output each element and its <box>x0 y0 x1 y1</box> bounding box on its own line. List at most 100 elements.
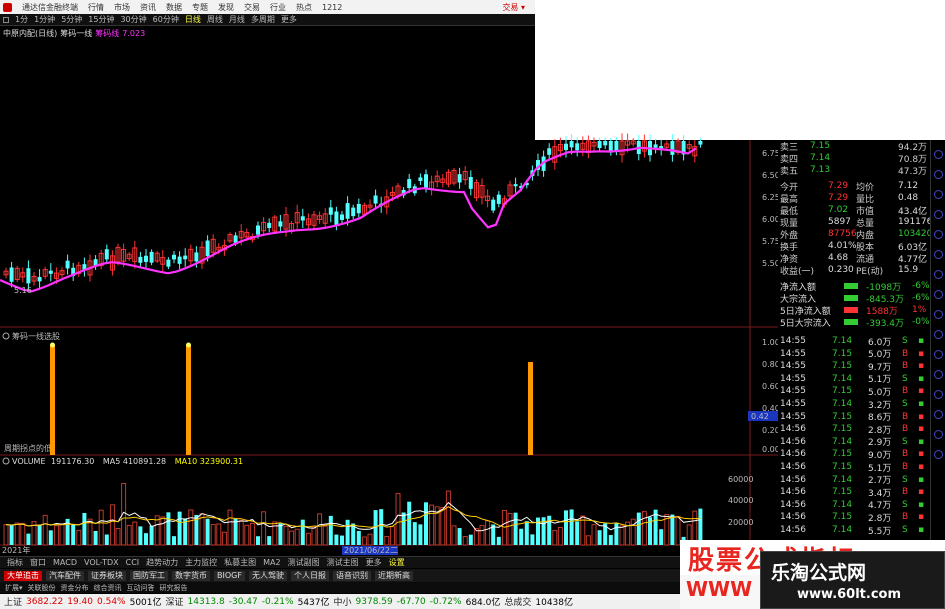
tick-side: S <box>902 474 908 485</box>
tick-price: 7.14 <box>832 436 853 447</box>
tick-row: 14:56 7.14 2.9万 S ▪ <box>780 436 926 449</box>
block-digital-currency[interactable]: 数字货币 <box>172 570 210 581</box>
volume-bar <box>53 525 59 546</box>
quote-panel: 卖三 7.15 94.2万 卖四 7.14 70.8万 卖五 7.13 47.3万 今开 7.29… <box>778 140 932 543</box>
order-label: 卖五 <box>780 166 799 177</box>
candle-body <box>340 214 344 220</box>
block-big-order[interactable]: 大单追击 <box>4 570 42 581</box>
fn-tab-ma2[interactable]: MA2 <box>263 558 280 567</box>
candle-body <box>138 256 143 263</box>
candle-body <box>418 177 423 182</box>
fn-tab-cci[interactable]: CCI <box>126 558 140 567</box>
volume-bar <box>445 490 451 546</box>
fn-tab-macd[interactable]: MACD <box>53 558 77 567</box>
block-new-high[interactable]: 近期新高 <box>374 570 413 581</box>
tick-volume: 9.0万 <box>868 450 892 461</box>
volume-settings-icon[interactable] <box>2 457 10 465</box>
fn-tab-more[interactable]: 更多 <box>366 557 382 568</box>
fn-tab-settings[interactable]: 设置 <box>389 557 405 568</box>
tool-button-icon[interactable] <box>934 450 943 459</box>
tool-button-icon[interactable] <box>934 210 943 219</box>
candle-body <box>144 255 148 262</box>
tool-button-icon[interactable] <box>934 290 943 299</box>
tool-button-icon[interactable] <box>934 410 943 419</box>
block-defense[interactable]: 国防军工 <box>130 570 168 581</box>
info-tab-expand[interactable]: 扩展▾ <box>5 583 23 593</box>
volume-bar <box>334 534 339 545</box>
tool-button-icon[interactable] <box>934 170 943 179</box>
block-auto-parts[interactable]: 汽车配件 <box>46 570 84 581</box>
fn-tab-indicator[interactable]: 指标 <box>7 557 23 568</box>
volume-bar <box>20 522 26 546</box>
volume-bar <box>451 525 457 546</box>
tick-volume: 3.4万 <box>868 488 892 499</box>
candle-body <box>65 260 70 269</box>
fn-tab-trend[interactable]: 趋势动力 <box>146 557 178 568</box>
fn-tab-private[interactable]: 私募主图 <box>224 557 256 568</box>
volume-bar <box>14 522 20 546</box>
volume-bar <box>424 502 428 545</box>
volume-bar <box>305 532 311 546</box>
zx-label[interactable]: 中小 <box>334 595 352 608</box>
sh-change: 19.40 <box>67 596 93 607</box>
tick-time: 14:56 <box>780 474 806 485</box>
tool-button-icon[interactable] <box>934 350 943 359</box>
tool-button-icon[interactable] <box>934 230 943 239</box>
fn-tab-vol-tdx[interactable]: VOL-TDX <box>84 558 119 567</box>
tick-time: 14:55 <box>780 336 806 346</box>
stat-row: 外盘 87756 内盘 103420 <box>780 228 932 241</box>
volume-bar <box>132 521 138 546</box>
stat-value: 7.29 <box>828 193 849 203</box>
info-tab-news[interactable]: 综合资讯 <box>94 583 122 593</box>
stat-value: 4.68 <box>828 253 849 263</box>
candle-body <box>457 174 462 183</box>
total-label: 总成交 <box>504 598 532 608</box>
tool-button-icon[interactable] <box>934 430 943 439</box>
fn-tab-monitor[interactable]: 主力监控 <box>185 557 217 568</box>
volume-bar <box>300 519 305 545</box>
tick-time: 14:55 <box>780 373 806 384</box>
fn-tab-test-sub[interactable]: 测试副图 <box>288 557 320 568</box>
block-securities[interactable]: 证券板块 <box>88 570 126 581</box>
sh-label[interactable]: 上证 <box>4 595 22 608</box>
candle-body <box>149 251 154 263</box>
indicator-tabs: 指标 窗口 MACD VOL-TDX CCI 趋势动力 主力监控 私募主图 MA… <box>0 556 680 568</box>
block-daily[interactable]: 个人日报 <box>290 570 329 581</box>
block-autonomous[interactable]: 无人驾驶 <box>248 570 287 581</box>
fn-tab-test-main[interactable]: 测试主图 <box>327 557 359 568</box>
info-tab-related[interactable]: 关联股份 <box>28 583 56 593</box>
stat-value: 4.01% <box>828 241 857 251</box>
info-tab-capital[interactable]: 资金分布 <box>61 583 89 593</box>
block-biogf[interactable]: BIOGF <box>214 570 245 581</box>
sz-label[interactable]: 深证 <box>166 595 184 608</box>
volume-bar <box>630 518 636 546</box>
signal-dot <box>186 342 191 348</box>
tick-side: B <box>902 512 909 523</box>
candle-body <box>496 194 501 204</box>
info-tab-research[interactable]: 研究报告 <box>160 583 188 593</box>
sz-percent: -0.21% <box>261 596 294 607</box>
tool-button-icon[interactable] <box>934 370 943 379</box>
volume-bar <box>575 521 580 545</box>
zx-change: -67.70 <box>396 596 426 607</box>
tool-button-icon[interactable] <box>934 270 943 279</box>
tool-button-icon[interactable] <box>934 390 943 399</box>
tick-side: B <box>902 411 909 422</box>
stat-row: 换手 4.01% 股本 6.03亿 <box>780 240 927 253</box>
volume-header: VOLUME 191176.30 MA5 410891.28 MA10 3239… <box>12 457 243 466</box>
tool-button-icon[interactable] <box>934 150 943 159</box>
tick-row: 14:56 7.15 3.4万 B ▪ <box>780 486 926 499</box>
kline-chart-area[interactable]: 5.16 6.75 6.50 6.25 6.00 5.75 5.50 筹码一线选… <box>0 0 778 556</box>
sub-chart-settings-icon[interactable] <box>2 332 10 340</box>
fn-tab-window[interactable]: 窗口 <box>30 557 46 568</box>
info-tab-qa[interactable]: 互动问答 <box>127 583 155 593</box>
tool-button-icon[interactable] <box>934 330 943 339</box>
volume-bar <box>48 530 53 545</box>
price-tick-5: 5.50 <box>762 259 778 268</box>
volume-bar <box>507 512 513 546</box>
tool-button-icon[interactable] <box>934 190 943 199</box>
tick-flag-icon: ▪ <box>918 373 925 384</box>
block-voice[interactable]: 语音识别 <box>332 570 371 581</box>
tool-button-icon[interactable] <box>934 310 943 319</box>
tool-button-icon[interactable] <box>934 250 943 259</box>
